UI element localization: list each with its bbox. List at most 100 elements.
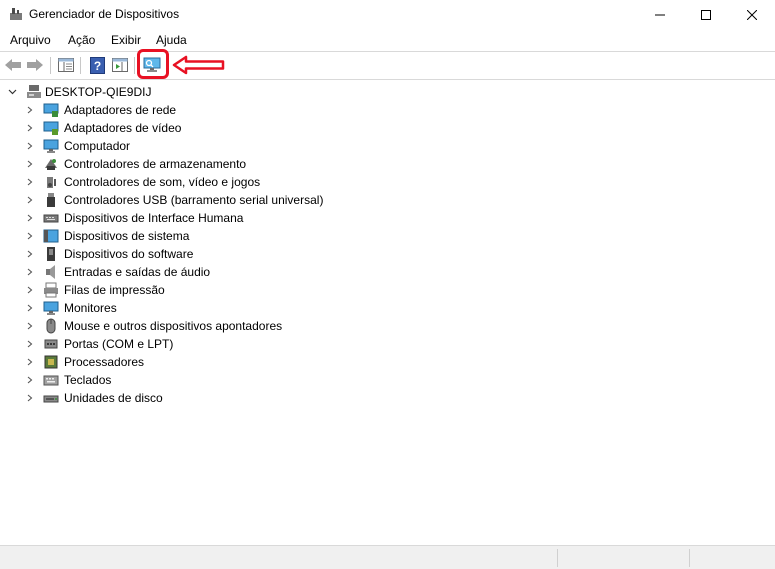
window-title: Gerenciador de Dispositivos — [29, 7, 180, 21]
chevron-right-icon[interactable] — [26, 376, 34, 384]
storage-controller-icon — [45, 159, 57, 170]
tree-item[interactable]: Processadores — [0, 353, 400, 371]
tree-item-label: Mouse e outros dispositivos apontadores — [64, 319, 283, 333]
keyboard-icon — [43, 375, 59, 386]
properties-pane-icon — [58, 58, 74, 72]
tree-item-label: Adaptadores de rede — [64, 103, 177, 117]
tree-item[interactable]: Controladores USB (barramento serial uni… — [0, 191, 400, 209]
tree-item-label: Filas de impressão — [64, 283, 165, 297]
properties-pane-button[interactable] — [56, 55, 76, 75]
toolbar-separator — [80, 57, 81, 74]
network-adapter-icon — [43, 103, 59, 117]
maximize-button[interactable] — [683, 0, 729, 29]
menu-acao[interactable]: Ação — [68, 33, 95, 47]
audio-io-icon — [46, 265, 55, 279]
root-label: DESKTOP-QIE9DIJ — [45, 85, 152, 99]
tree-item-label: Computador — [64, 139, 131, 153]
tree-item[interactable]: Monitores — [0, 299, 400, 317]
tree-item-label: Controladores de som, vídeo e jogos — [64, 175, 261, 189]
menu-exibir[interactable]: Exibir — [111, 33, 141, 47]
chevron-right-icon[interactable] — [26, 394, 34, 402]
chevron-right-icon[interactable] — [26, 268, 34, 276]
toolbar: ? — [0, 51, 775, 80]
tree-item[interactable]: Portas (COM e LPT) — [0, 335, 400, 353]
help-icon: ? — [89, 56, 105, 74]
chevron-right-icon[interactable] — [26, 232, 34, 240]
toolbar-separator — [50, 57, 51, 74]
maximize-icon — [701, 9, 711, 20]
sound-icon — [47, 177, 56, 188]
tree-item-label: Entradas e saídas de áudio — [64, 265, 211, 279]
minimize-button[interactable] — [637, 0, 683, 29]
display-adapter-icon — [43, 121, 59, 135]
hid-icon — [43, 214, 59, 223]
device-tree: DESKTOP-QIE9DIJ Adaptadores de rede Adapt… — [0, 80, 775, 544]
processor-icon — [44, 355, 58, 369]
chevron-right-icon[interactable] — [26, 250, 34, 258]
tree-item-label: Dispositivos de Interface Humana — [64, 211, 244, 225]
close-icon — [747, 9, 757, 20]
tree-item[interactable]: Dispositivos do software — [0, 245, 400, 263]
tree-item[interactable]: Dispositivos de Interface Humana — [0, 209, 400, 227]
tree-item-label: Processadores — [64, 355, 145, 369]
tree-item[interactable]: Adaptadores de rede — [0, 101, 400, 119]
menu-ajuda[interactable]: Ajuda — [156, 33, 187, 47]
chevron-right-icon[interactable] — [26, 142, 34, 150]
forward-button[interactable] — [25, 55, 45, 75]
back-button[interactable] — [3, 55, 23, 75]
tree-item[interactable]: Entradas e saídas de áudio — [0, 263, 400, 281]
device-manager-icon — [10, 8, 22, 20]
chevron-down-icon[interactable] — [8, 88, 17, 96]
tree-item[interactable]: Dispositivos de sistema — [0, 227, 400, 245]
tree-item[interactable]: Computador — [0, 137, 400, 155]
tree-item-label: Controladores USB (barramento serial uni… — [64, 193, 324, 207]
disk-drive-icon — [43, 395, 59, 403]
title-bar: Gerenciador de Dispositivos — [0, 0, 775, 29]
tree-item[interactable]: Unidades de disco — [0, 389, 400, 407]
chevron-right-icon[interactable] — [26, 196, 34, 204]
tree-item-label: Portas (COM e LPT) — [64, 337, 174, 351]
tree-item[interactable]: Teclados — [0, 371, 400, 389]
chevron-right-icon[interactable] — [26, 286, 34, 294]
tree-root[interactable]: DESKTOP-QIE9DIJ — [0, 83, 200, 101]
back-arrow-icon — [5, 59, 21, 71]
mouse-icon — [46, 318, 56, 334]
print-queue-icon — [44, 282, 58, 298]
minimize-icon — [655, 14, 665, 15]
tree-item-label: Teclados — [64, 373, 112, 387]
highlight-box — [137, 49, 169, 79]
computer-icon — [43, 139, 59, 153]
menu-arquivo[interactable]: Arquivo — [10, 33, 51, 47]
tree-item[interactable]: Mouse e outros dispositivos apontadores — [0, 317, 400, 335]
menu-bar: Arquivo Ação Exibir Ajuda — [0, 30, 775, 50]
status-bar — [0, 545, 775, 569]
system-device-icon — [43, 229, 59, 243]
action-pane-button[interactable] — [110, 55, 130, 75]
svg-text:?: ? — [93, 59, 100, 73]
chevron-right-icon[interactable] — [26, 178, 34, 186]
software-device-icon — [47, 247, 55, 261]
computer-root-icon — [27, 85, 41, 98]
port-icon — [44, 339, 58, 349]
chevron-right-icon[interactable] — [26, 340, 34, 348]
tree-item[interactable]: Controladores de armazenamento — [0, 155, 400, 173]
tree-item[interactable]: Adaptadores de vídeo — [0, 119, 400, 137]
chevron-right-icon[interactable] — [26, 214, 34, 222]
help-button[interactable]: ? — [87, 55, 107, 75]
chevron-right-icon[interactable] — [26, 106, 34, 114]
tree-item-label: Unidades de disco — [64, 391, 163, 405]
tree-item[interactable]: Controladores de som, vídeo e jogos — [0, 173, 400, 191]
chevron-right-icon[interactable] — [26, 124, 34, 132]
usb-icon — [47, 193, 55, 207]
close-button[interactable] — [729, 0, 775, 29]
tree-item[interactable]: Filas de impressão — [0, 281, 400, 299]
tree-item-label: Dispositivos de sistema — [64, 229, 190, 243]
chevron-right-icon[interactable] — [26, 160, 34, 168]
chevron-right-icon[interactable] — [26, 304, 34, 312]
tree-item-label: Monitores — [64, 301, 117, 315]
chevron-right-icon[interactable] — [26, 322, 34, 330]
status-bar-separator — [557, 549, 558, 567]
forward-arrow-icon — [27, 59, 43, 71]
status-bar-separator — [689, 549, 690, 567]
chevron-right-icon[interactable] — [26, 358, 34, 366]
